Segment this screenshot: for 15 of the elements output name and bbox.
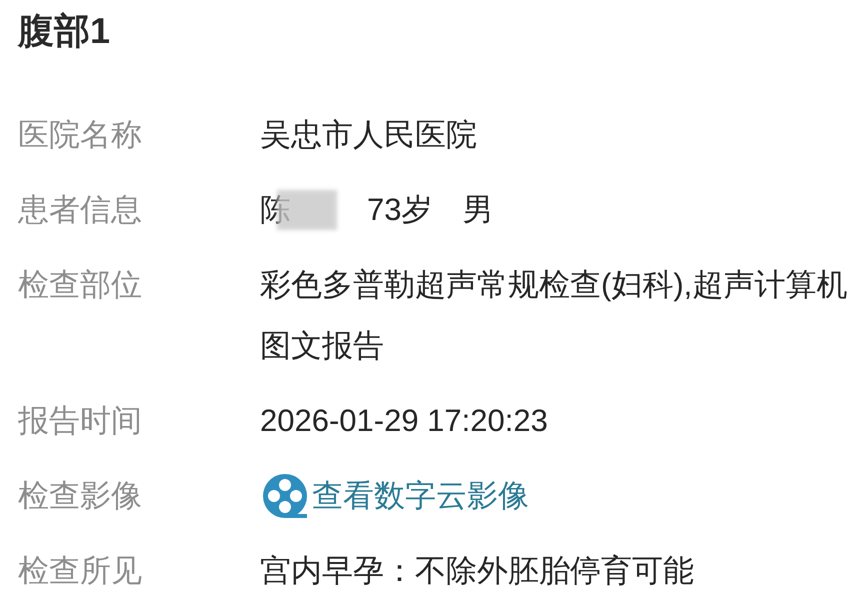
patient-name: 陈 <box>260 191 291 229</box>
field-value: 吴忠市人民医院 <box>260 116 478 154</box>
field-label: 检查影像 <box>18 477 143 515</box>
patient-age: 73岁 <box>367 191 432 229</box>
view-images-link[interactable]: 查看数字云影像 <box>260 465 529 526</box>
field-label: 医院名称 <box>18 116 143 154</box>
patient-sex: 男 <box>462 191 494 229</box>
field-label: 检查部位 <box>18 266 143 304</box>
field-value: 2026-01-29 17:20:23 <box>260 402 549 440</box>
page-title: 腹部1 <box>18 9 112 53</box>
field-value: 宫内早孕：不除外胚胎停育可能 <box>260 552 695 590</box>
field-label: 报告时间 <box>18 402 143 440</box>
field-label: 患者信息 <box>18 191 143 229</box>
field-value: 彩色多普勒超声常规检查(妇科),超声计算机图文报告 <box>260 266 848 365</box>
field-label: 检查所见 <box>18 552 143 590</box>
